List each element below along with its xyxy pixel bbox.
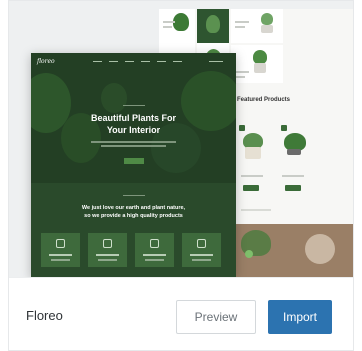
about-title-line1: We just love our earth and plant nature, xyxy=(81,205,186,211)
feature-icon xyxy=(197,239,206,248)
feature-icon xyxy=(56,239,65,248)
preview-front-page: floreo Beautiful Plants For Your Interio… xyxy=(31,53,236,277)
hero-title-line1: Beautiful Plants For xyxy=(90,113,176,123)
product-card xyxy=(237,113,269,203)
product-tile xyxy=(231,45,283,83)
product-card xyxy=(277,113,311,203)
feature-box xyxy=(182,233,221,267)
feature-box xyxy=(88,233,127,267)
template-card: Featured Products floreo Beautiful Plant… xyxy=(8,0,354,351)
about-section: We just love our earth and plant nature,… xyxy=(31,183,236,277)
preview-logo: floreo xyxy=(37,58,55,65)
import-button[interactable]: Import xyxy=(268,300,332,334)
preview-button[interactable]: Preview xyxy=(176,300,256,334)
feature-icon xyxy=(150,239,159,248)
hero-section: floreo Beautiful Plants For Your Interio… xyxy=(31,53,236,183)
product-tile xyxy=(231,9,283,43)
template-name: Floreo xyxy=(26,308,63,323)
featured-products-title: Featured Products xyxy=(237,97,291,103)
feature-box xyxy=(135,233,174,267)
promo-photo xyxy=(235,224,353,277)
hero-title-line2: Your Interior xyxy=(106,125,161,135)
product-tile xyxy=(197,9,229,43)
feature-icon xyxy=(103,239,112,248)
hero-button xyxy=(124,158,144,164)
feature-box xyxy=(41,233,80,267)
about-title-line2: so we provide a high quality products xyxy=(84,213,183,219)
preview-nav: floreo xyxy=(31,53,236,69)
template-preview-image[interactable]: Featured Products floreo Beautiful Plant… xyxy=(9,1,353,277)
